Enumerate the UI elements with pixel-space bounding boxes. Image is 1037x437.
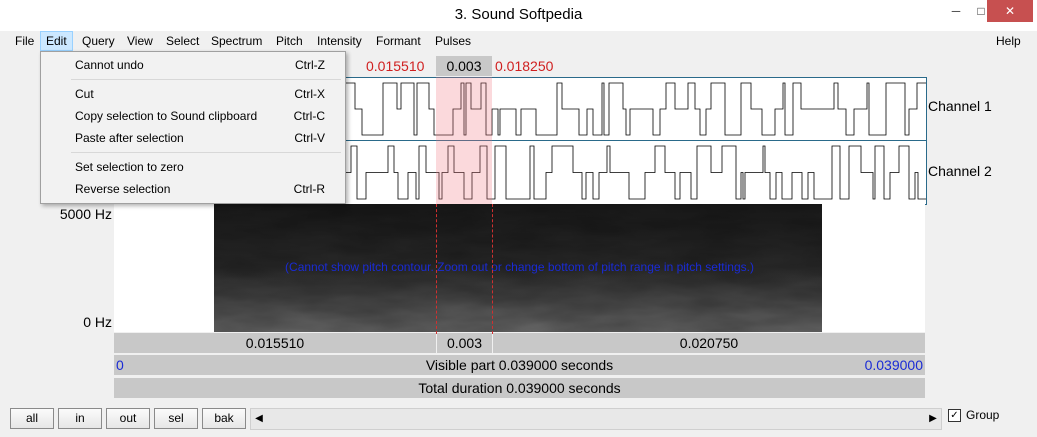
- group-checkbox[interactable]: ✓: [948, 409, 961, 422]
- menu-separator: [71, 152, 341, 153]
- menu-item-reverse-selection[interactable]: Reverse selection: [75, 182, 170, 196]
- visible-end: 0.039000: [864, 357, 923, 373]
- zoom-out-button[interactable]: out: [106, 408, 150, 429]
- shortcut-ctrl-v: Ctrl-V: [294, 131, 325, 145]
- visible-part-label: Visible part 0.039000 seconds: [425, 357, 614, 373]
- zoom-in-button[interactable]: in: [58, 408, 102, 429]
- selection-end-line: [492, 204, 493, 334]
- menu-separator: [71, 79, 341, 80]
- menu-item-cut[interactable]: Cut: [75, 87, 94, 101]
- bottom-toolbar: all in out sel bak ◀ ▶ ✓ Group: [0, 404, 1037, 437]
- selection-start-line: [436, 204, 437, 334]
- selection-start-label: 0.015510: [366, 58, 425, 74]
- total-duration-bar[interactable]: Total duration 0.039000 seconds: [114, 378, 925, 398]
- menu-item-set-selection-to-zero[interactable]: Set selection to zero: [75, 160, 184, 174]
- window-title: 3. Sound Softpedia: [454, 6, 583, 23]
- selection-duration-top[interactable]: 0.003: [436, 56, 492, 76]
- menu-item-cannot-undo[interactable]: Cannot undo: [75, 58, 144, 72]
- shortcut-ctrl-r: Ctrl-R: [293, 182, 325, 196]
- channel-2-label: Channel 2: [928, 163, 992, 179]
- menu-item-paste-after-selection[interactable]: Paste after selection: [75, 131, 184, 145]
- scroll-left-icon[interactable]: ◀: [251, 409, 267, 429]
- time-mid-cell[interactable]: 0.003: [437, 333, 492, 353]
- menu-edit[interactable]: Edit: [40, 31, 73, 51]
- menu-intensity[interactable]: Intensity: [312, 31, 367, 51]
- shortcut-ctrl-z: Ctrl-Z: [295, 58, 325, 72]
- menu-item-copy-selection[interactable]: Copy selection to Sound clipboard: [75, 109, 257, 123]
- title-bar: 3. Sound Softpedia ─ □ ✕: [0, 0, 1037, 31]
- menu-help[interactable]: Help: [991, 31, 1026, 51]
- edit-menu-dropdown: Cannot undo Ctrl-Z Cut Ctrl-X Copy selec…: [40, 51, 346, 204]
- visible-part-bar[interactable]: 0 Visible part 0.039000 seconds 0.039000: [114, 355, 925, 375]
- menu-view[interactable]: View: [122, 31, 158, 51]
- menu-select[interactable]: Select: [161, 31, 204, 51]
- spectrogram-top-label: 5000 Hz: [59, 206, 112, 222]
- menu-query[interactable]: Query: [77, 31, 120, 51]
- group-label: Group: [966, 408, 1000, 422]
- zoom-back-button[interactable]: bak: [202, 408, 246, 429]
- menu-pitch[interactable]: Pitch: [271, 31, 308, 51]
- spectrogram-panel[interactable]: (Cannot show pitch contour. Zoom out or …: [114, 204, 925, 332]
- zoom-all-button[interactable]: all: [10, 408, 54, 429]
- shortcut-ctrl-c: Ctrl-C: [293, 109, 325, 123]
- selection-end-label: 0.018250: [495, 58, 554, 74]
- time-left-cell[interactable]: 0.015510: [114, 333, 436, 353]
- zoom-sel-button[interactable]: sel: [154, 408, 198, 429]
- shortcut-ctrl-x: Ctrl-X: [294, 87, 325, 101]
- menu-spectrum[interactable]: Spectrum: [206, 31, 267, 51]
- menu-bar: File Edit Query View Select Spectrum Pit…: [8, 31, 1030, 51]
- visible-start: 0: [116, 357, 124, 373]
- close-button[interactable]: ✕: [987, 0, 1033, 22]
- time-right-cell[interactable]: 0.020750: [493, 333, 925, 353]
- pitch-message: (Cannot show pitch contour. Zoom out or …: [285, 260, 754, 274]
- scroll-right-icon[interactable]: ▶: [925, 409, 941, 429]
- selection-highlight: [436, 77, 492, 204]
- channel-1-label: Channel 1: [928, 98, 992, 114]
- horizontal-scrollbar[interactable]: ◀ ▶: [250, 408, 942, 430]
- menu-pulses[interactable]: Pulses: [430, 31, 476, 51]
- menu-file[interactable]: File: [10, 31, 39, 51]
- menu-formant[interactable]: Formant: [371, 31, 426, 51]
- spectrogram-bottom-label: 0 Hz: [83, 314, 112, 330]
